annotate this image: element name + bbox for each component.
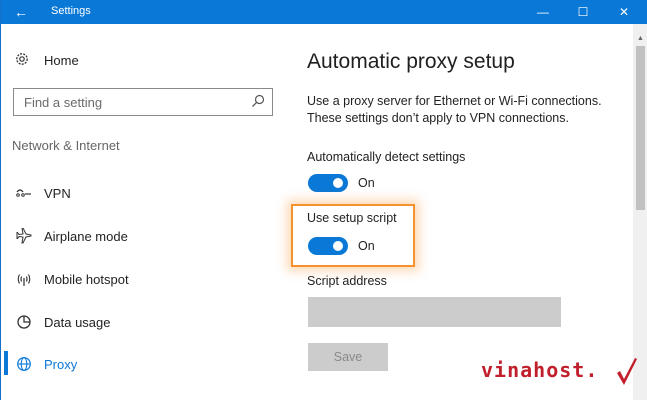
settings-window: ← Settings — ☐ ✕ Home Network & Internet… [0, 0, 647, 400]
save-button[interactable]: Save [308, 343, 388, 371]
sidebar-item-label: Airplane mode [44, 228, 128, 244]
scrollbar-thumb[interactable] [636, 46, 645, 210]
sidebar-item-data-usage[interactable]: Data usage [14, 312, 111, 332]
search-input[interactable] [22, 92, 246, 112]
watermark-logo: vinahost. [481, 358, 599, 382]
title-bar: ← Settings — ☐ ✕ [1, 0, 647, 24]
hotspot-icon [14, 271, 34, 287]
auto-detect-state: On [358, 176, 375, 190]
search-box[interactable] [13, 88, 273, 116]
data-usage-icon [14, 314, 34, 330]
globe-icon [14, 356, 34, 372]
sidebar-item-proxy[interactable]: Proxy [14, 354, 77, 374]
highlight-box [291, 204, 415, 267]
watermark-check-icon [617, 358, 637, 385]
minimize-button[interactable]: — [524, 0, 562, 24]
gear-icon [14, 51, 34, 70]
sidebar-item-mobile-hotspot[interactable]: Mobile hotspot [14, 269, 129, 289]
toggle-knob [333, 178, 343, 188]
sidebar-item-label: Mobile hotspot [44, 271, 129, 287]
script-address-input[interactable] [308, 297, 561, 327]
auto-detect-toggle[interactable] [308, 174, 348, 192]
back-arrow-icon[interactable]: ← [11, 3, 31, 21]
sidebar-item-label: Proxy [44, 356, 78, 372]
sidebar-item-home[interactable]: Home [14, 51, 79, 70]
sidebar-item-label: VPN [44, 185, 71, 201]
sidebar: Home Network & Internet VPN Airplane mod… [1, 24, 291, 400]
description-line: These settings don’t apply to VPN connec… [307, 111, 569, 125]
maximize-button[interactable]: ☐ [564, 0, 602, 24]
vpn-icon [14, 187, 34, 199]
page-title: Automatic proxy setup [307, 50, 515, 73]
search-icon[interactable] [250, 93, 266, 109]
scroll-up-arrow-icon[interactable]: ▲ [636, 34, 645, 43]
script-address-label: Script address [307, 274, 387, 288]
page-description: Use a proxy server for Ethernet or Wi-Fi… [307, 93, 637, 127]
description-line: Use a proxy server for Ethernet or Wi-Fi… [307, 94, 602, 108]
sidebar-item-label: Data usage [44, 314, 111, 330]
window-title: Settings [51, 5, 91, 17]
section-title: Network & Internet [12, 138, 120, 153]
sidebar-item-vpn[interactable]: VPN [14, 183, 71, 203]
close-button[interactable]: ✕ [605, 0, 643, 24]
sidebar-home-label: Home [44, 53, 79, 68]
airplane-icon [14, 228, 34, 244]
active-indicator [4, 351, 8, 375]
sidebar-item-airplane-mode[interactable]: Airplane mode [14, 226, 128, 246]
auto-detect-label: Automatically detect settings [307, 150, 466, 164]
scrollbar[interactable]: ▲ [633, 24, 647, 400]
